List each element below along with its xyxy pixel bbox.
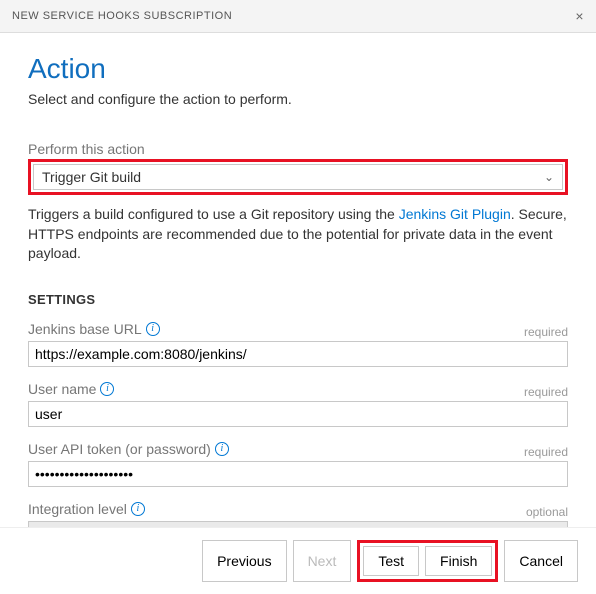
dialog-footer: Previous Next Test Finish Cancel	[0, 527, 596, 594]
user-name-label: User name	[28, 381, 96, 397]
action-label: Perform this action	[28, 141, 568, 157]
page-title: Action	[28, 53, 568, 85]
base-url-input[interactable]	[28, 341, 568, 367]
api-token-label: User API token (or password)	[28, 441, 211, 457]
previous-button[interactable]: Previous	[202, 540, 286, 582]
info-icon[interactable]: i	[100, 382, 114, 396]
close-icon[interactable]: ×	[575, 8, 584, 24]
action-select-value: Trigger Git build	[42, 169, 141, 185]
integration-label: Integration level	[28, 501, 127, 517]
desc-pre: Triggers a build configured to use a Git…	[28, 206, 399, 222]
required-tag: required	[524, 325, 568, 339]
test-button[interactable]: Test	[363, 546, 419, 576]
base-url-label: Jenkins base URL	[28, 321, 142, 337]
finish-button[interactable]: Finish	[425, 546, 492, 576]
dialog-title: NEW SERVICE HOOKS SUBSCRIPTION	[12, 10, 232, 22]
user-name-input[interactable]	[28, 401, 568, 427]
info-icon[interactable]: i	[131, 502, 145, 516]
required-tag: required	[524, 445, 568, 459]
required-tag: required	[524, 385, 568, 399]
optional-tag: optional	[526, 505, 568, 519]
api-token-input[interactable]	[28, 461, 568, 487]
test-finish-highlight: Test Finish	[357, 540, 498, 582]
info-icon[interactable]: i	[215, 442, 229, 456]
next-button: Next	[293, 540, 352, 582]
action-description: Triggers a build configured to use a Git…	[28, 205, 568, 264]
settings-heading: SETTINGS	[28, 292, 568, 307]
chevron-down-icon: ⌄	[544, 170, 554, 184]
info-icon[interactable]: i	[146, 322, 160, 336]
action-select[interactable]: Trigger Git build ⌄	[33, 164, 563, 190]
jenkins-git-plugin-link[interactable]: Jenkins Git Plugin	[399, 206, 511, 222]
page-subtitle: Select and configure the action to perfo…	[28, 91, 568, 107]
action-select-highlight: Trigger Git build ⌄	[28, 159, 568, 195]
cancel-button[interactable]: Cancel	[504, 540, 578, 582]
